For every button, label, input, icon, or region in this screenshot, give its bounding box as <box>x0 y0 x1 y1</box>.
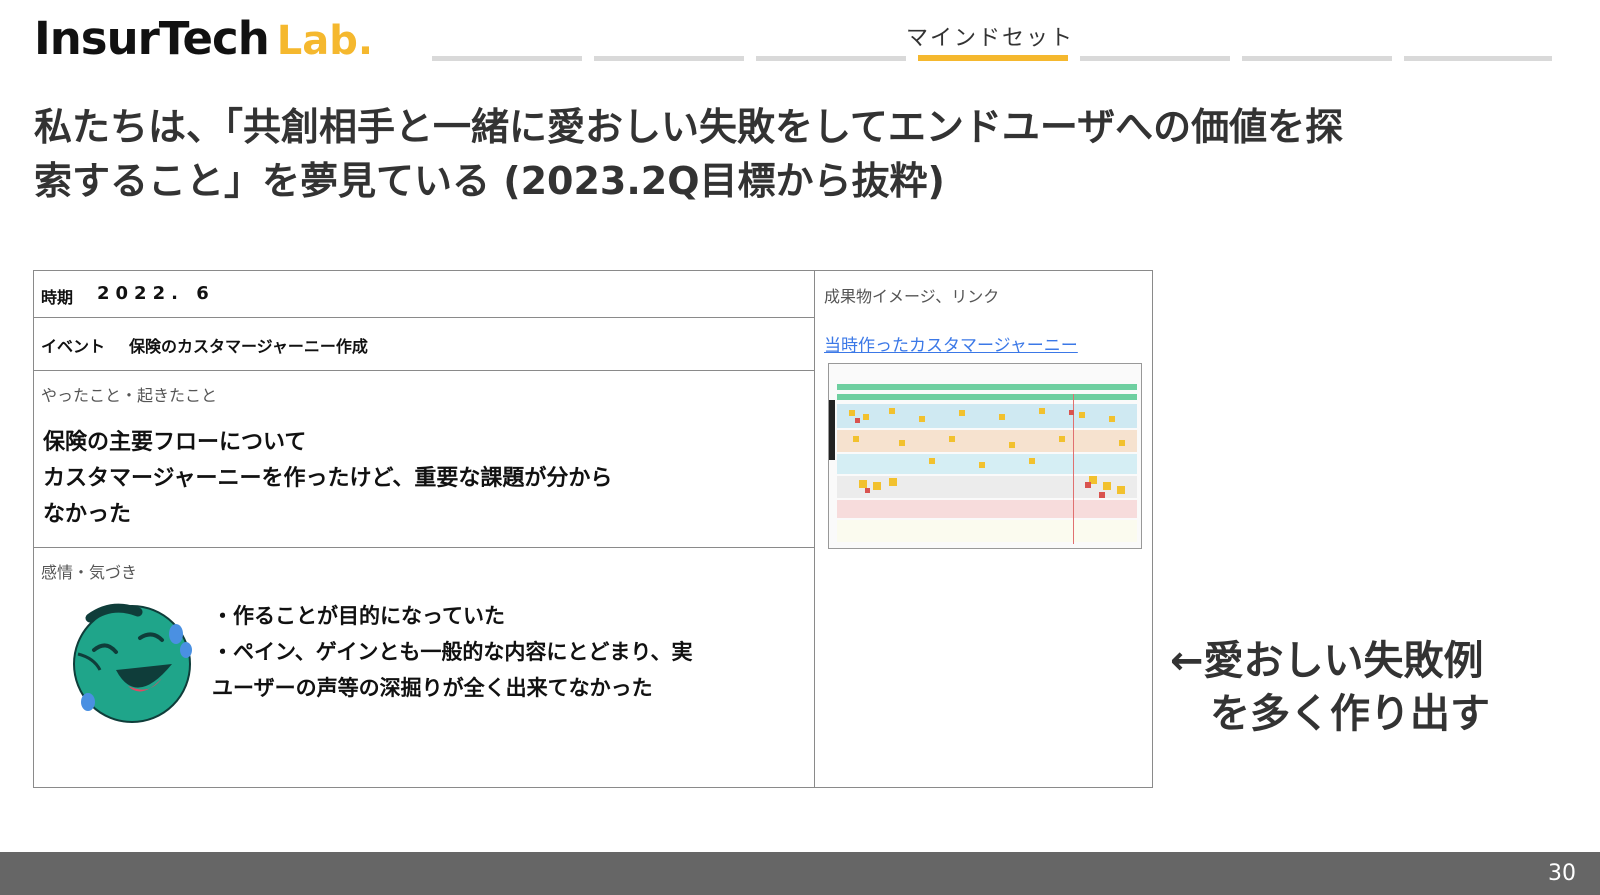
customer-journey-thumbnail[interactable] <box>828 363 1142 549</box>
failure-record-card: 時期 2022. 6 イベント 保険のカスタマージャーニー作成 やったこと・起き… <box>33 270 1153 788</box>
feelings-line: ユーザーの声等の深掘りが全く出来てなかった <box>212 676 653 700</box>
progress-segment <box>594 56 744 61</box>
event-label: イベント <box>41 337 106 356</box>
page-number: 30 <box>1548 861 1576 886</box>
brand-logo-main: InsurTech <box>34 12 270 65</box>
progress-segment <box>1242 56 1392 61</box>
feelings-line: ・作ることが目的になっていた <box>212 604 505 628</box>
what-happened-line: 保険の主要フローについて <box>43 430 307 455</box>
brand-logo-sub: Lab. <box>276 18 374 64</box>
slide-title: 私たちは、「共創相手と一緒に愛おしい失敗をしてエンドユーザへの価値を探 索するこ… <box>34 100 1564 208</box>
what-happened-label: やったこと・起きたこと <box>41 386 218 405</box>
brand-logo: InsurTech Lab. <box>34 16 373 61</box>
progress-segment <box>1080 56 1230 61</box>
feelings-line: ・ペイン、ゲインとも一般的な内容にとどまり、実 <box>212 640 693 664</box>
progress-segment <box>1404 56 1552 61</box>
what-happened-line: なかった <box>43 502 132 527</box>
record-left-column: 時期 2022. 6 イベント 保険のカスタマージャーニー作成 やったこと・起き… <box>34 271 815 787</box>
what-happened-line: カスタマージャーニーを作ったけど、重要な課題が分から <box>43 466 613 491</box>
period-value: 2022. 6 <box>97 283 215 304</box>
customer-journey-link[interactable]: 当時作ったカスタマージャーニー <box>824 331 1078 356</box>
record-right-column: 成果物イメージ、リンク 当時作ったカスタマージャーニー <box>814 271 1152 787</box>
progress-segment-active <box>918 55 1068 61</box>
progress-segment <box>432 56 582 61</box>
laughing-crying-face-icon <box>73 603 192 723</box>
what-happened-text: 保険の主要フローについて カスタマージャーニーを作ったけど、重要な課題が分から … <box>43 425 612 533</box>
period-row: 時期 2022. 6 <box>34 271 814 318</box>
slide-title-line: 索すること」を夢見ている (2023.2Q目標から抜粋) <box>34 159 945 203</box>
feelings-row: 感情・気づき ・作ることが目的になっていた ・ペイン、ゲインとも一般的な内容にと… <box>34 548 814 788</box>
slide-footer: 30 <box>0 852 1600 895</box>
event-row: イベント 保険のカスタマージャーニー作成 <box>34 318 814 371</box>
feelings-label: 感情・気づき <box>41 563 138 582</box>
artifact-label: 成果物イメージ、リンク <box>824 287 1000 306</box>
progress-segment <box>756 56 906 61</box>
callout-line: ←愛おしい失敗例 <box>1170 638 1484 684</box>
slide-title-line: 私たちは、「共創相手と一緒に愛おしい失敗をしてエンドユーザへの価値を探 <box>34 105 1344 149</box>
event-value: 保険のカスタマージャーニー作成 <box>129 337 368 356</box>
section-progress-bar: マインドセット <box>432 26 1552 61</box>
callout-line: を多く作り出す <box>1210 691 1490 737</box>
feelings-text: ・作ることが目的になっていた ・ペイン、ゲインとも一般的な内容にとどまり、実 ユ… <box>212 598 692 706</box>
what-happened-row: やったこと・起きたこと 保険の主要フローについて カスタマージャーニーを作ったけ… <box>34 371 814 548</box>
period-label: 時期 <box>41 288 74 307</box>
callout-note: ←愛おしい失敗例 を多く作り出す <box>1170 635 1490 741</box>
section-label: マインドセット <box>906 26 1075 51</box>
